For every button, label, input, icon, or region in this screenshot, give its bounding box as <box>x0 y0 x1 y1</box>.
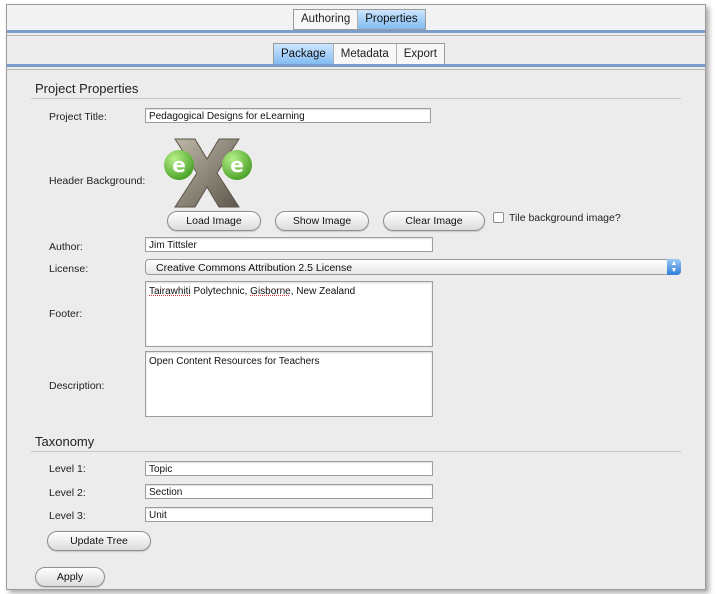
footer-textarea[interactable]: Tairawhiti Polytechnic, Gisborne, New Ze… <box>145 281 433 347</box>
sub-tab-group: Package Metadata Export <box>273 43 445 66</box>
clear-image-button[interactable]: Clear Image <box>383 211 485 231</box>
author-label: Author: <box>49 241 83 253</box>
tab-authoring[interactable]: Authoring <box>294 10 359 29</box>
footer-text-part2: Polytechnic, <box>190 286 251 297</box>
description-label: Description: <box>49 380 105 392</box>
section-title-taxonomy: Taxonomy <box>35 434 95 449</box>
level3-input[interactable]: Unit <box>145 507 433 522</box>
footer-text-part3: Gisborne <box>250 286 291 297</box>
tab-package[interactable]: Package <box>274 44 334 65</box>
license-selected-value: Creative Commons Attribution 2.5 License <box>156 262 353 274</box>
section-title-project: Project Properties <box>35 81 139 96</box>
level1-label: Level 1: <box>49 463 86 475</box>
author-input[interactable]: Jim Tittsler <box>145 237 433 252</box>
level2-label: Level 2: <box>49 487 86 499</box>
show-image-button[interactable]: Show Image <box>275 211 369 231</box>
sub-divider-shadow <box>7 69 705 70</box>
level2-input[interactable]: Section <box>145 484 433 499</box>
top-divider-shadow <box>7 35 705 36</box>
section-rule <box>31 451 681 452</box>
level3-label: Level 3: <box>49 510 86 522</box>
select-arrows-icon: ▲ ▼ <box>667 259 681 275</box>
exe-logo-icon: e e <box>164 138 252 208</box>
apply-button[interactable]: Apply <box>35 567 105 587</box>
tab-export[interactable]: Export <box>397 44 444 65</box>
section-rule <box>31 98 681 99</box>
update-tree-button[interactable]: Update Tree <box>47 531 151 551</box>
tab-properties[interactable]: Properties <box>358 10 425 29</box>
project-title-input[interactable]: Pedagogical Designs for eLearning <box>145 108 431 123</box>
top-divider <box>7 30 705 33</box>
load-image-button[interactable]: Load Image <box>167 211 261 231</box>
tile-background-checkbox[interactable] <box>493 212 504 223</box>
license-label: License: <box>49 263 89 275</box>
tab-metadata[interactable]: Metadata <box>334 44 397 65</box>
main-tab-group: Authoring Properties <box>293 9 426 30</box>
properties-window: Authoring Properties Package Metadata Ex… <box>6 4 706 590</box>
tile-background-label: Tile background image? <box>509 212 621 224</box>
level1-input[interactable]: Topic <box>145 461 433 476</box>
svg-text:e: e <box>172 153 186 177</box>
footer-label: Footer: <box>49 308 83 320</box>
header-background-label: Header Background: <box>49 175 146 187</box>
svg-text:e: e <box>230 153 244 177</box>
footer-text-part1: Tairawhiti <box>149 286 191 297</box>
project-title-label: Project Title: <box>49 111 107 123</box>
description-textarea[interactable]: Open Content Resources for Teachers <box>145 351 433 417</box>
license-select[interactable]: Creative Commons Attribution 2.5 License… <box>145 259 681 275</box>
sub-divider <box>7 64 705 67</box>
footer-text-part4: , New Zealand <box>290 286 356 297</box>
